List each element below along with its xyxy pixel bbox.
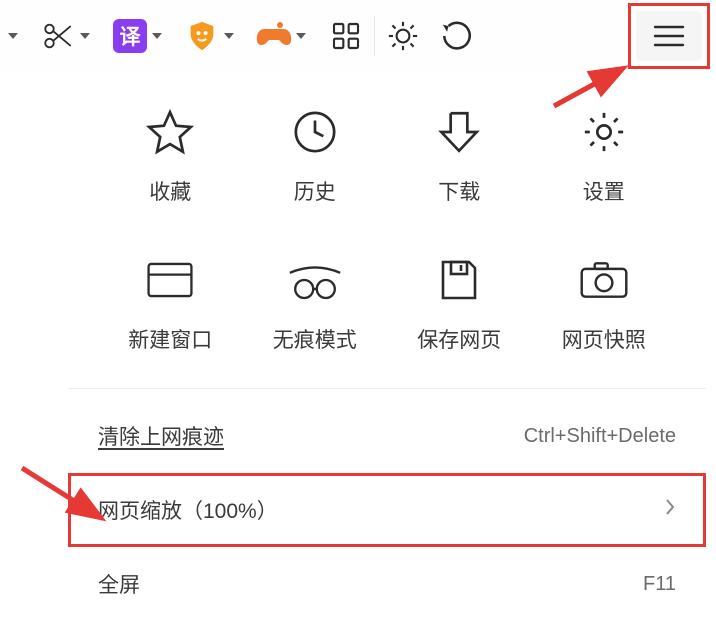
toolbar-undo[interactable] (437, 6, 477, 66)
menu-new-window[interactable]: 新建窗口 (98, 252, 243, 354)
menu-label: 设置 (583, 176, 625, 206)
menu-settings[interactable]: 设置 (532, 104, 677, 206)
chevron-down-icon[interactable] (150, 33, 164, 39)
menu-label: 历史 (294, 176, 336, 206)
hamburger-menu-button[interactable] (636, 11, 702, 61)
shield-icon (182, 19, 222, 53)
menu-label: 网页快照 (562, 324, 646, 354)
menu-clear-trace[interactable]: 清除上网痕迹 Ctrl+Shift+Delete (68, 399, 706, 473)
top-toolbar: 译 (0, 0, 716, 72)
menu-save-page[interactable]: 保存网页 (387, 252, 532, 354)
download-icon (431, 104, 487, 160)
toolbar-scissors[interactable] (38, 6, 92, 66)
chevron-down-icon[interactable] (78, 33, 92, 39)
toolbar-brightness[interactable] (383, 6, 423, 66)
hamburger-icon (652, 23, 686, 49)
scissors-icon (38, 19, 78, 53)
menu-row-label: 全屏 (98, 569, 140, 599)
menu-favorites[interactable]: 收藏 (98, 104, 243, 206)
menu-label: 新建窗口 (128, 324, 212, 354)
menu-label: 保存网页 (417, 324, 501, 354)
toolbar-translate[interactable]: 译 (110, 6, 164, 66)
brightness-icon (383, 19, 423, 53)
menu-button-highlight (628, 3, 710, 69)
chevron-right-icon (664, 496, 676, 524)
chevron-down-icon[interactable] (222, 33, 236, 39)
menu-row-label: 清除上网痕迹 (98, 421, 224, 451)
window-icon (142, 252, 198, 308)
menu-label: 无痕模式 (273, 324, 357, 354)
shortcut-text: Ctrl+Shift+Delete (524, 425, 676, 448)
translate-icon: 译 (110, 19, 150, 53)
game-icon (254, 21, 294, 51)
chevron-down-icon[interactable] (294, 33, 308, 39)
menu-snapshot[interactable]: 网页快照 (532, 252, 677, 354)
save-icon (431, 252, 487, 308)
chevron-down-icon[interactable] (6, 33, 20, 39)
menu-downloads[interactable]: 下载 (387, 104, 532, 206)
toolbar-shield[interactable] (182, 6, 236, 66)
menu-label: 下载 (438, 176, 480, 206)
menu-fullscreen[interactable]: 全屏 F11 (68, 547, 706, 621)
gear-icon (576, 104, 632, 160)
grid-icon (326, 20, 366, 52)
toolbar-apps[interactable] (326, 6, 366, 66)
camera-icon (576, 252, 632, 308)
incognito-icon (287, 252, 343, 308)
menu-label: 收藏 (149, 176, 191, 206)
menu-row-label: 网页缩放（100%） (98, 495, 278, 525)
shortcut-text: F11 (643, 573, 676, 596)
clock-icon (287, 104, 343, 160)
menu-grid-row1: 收藏 历史 下载 (68, 104, 706, 206)
star-icon (142, 104, 198, 160)
divider (374, 16, 375, 56)
toolbar-game[interactable] (254, 6, 308, 66)
menu-history[interactable]: 历史 (243, 104, 388, 206)
menu-zoom[interactable]: 网页缩放（100%） (68, 473, 706, 547)
undo-icon (437, 19, 477, 53)
menu-incognito[interactable]: 无痕模式 (243, 252, 388, 354)
main-menu-dropdown: 收藏 历史 下载 (68, 72, 706, 621)
menu-grid-row2: 新建窗口 无痕模式 保存网页 (68, 252, 706, 354)
